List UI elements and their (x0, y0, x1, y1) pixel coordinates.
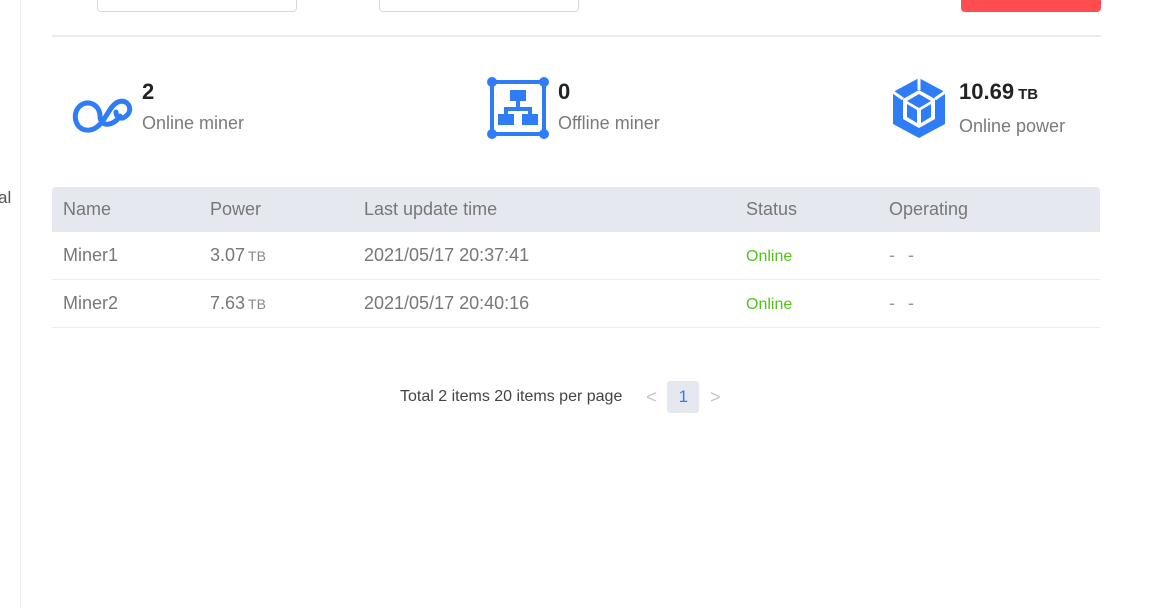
prev-page-button[interactable]: < (640, 381, 662, 413)
cell-time: 2021/05/17 20:40:16 (364, 293, 530, 313)
stat-label: Online miner (142, 113, 245, 133)
stat-online-power: 10.69 TB Online power (887, 76, 1065, 141)
header-status: Status (746, 199, 798, 219)
stat-offline-miner: 0 Offline miner (486, 76, 660, 140)
stat-online-miner: 2 Online miner (70, 76, 244, 140)
cell-status: Online (746, 245, 889, 266)
status-badge: Online (746, 248, 793, 265)
next-page-button[interactable]: > (704, 381, 726, 413)
stat-value: 2 (142, 79, 155, 104)
stat-value: 10.69 TB (959, 79, 1039, 104)
filter-input-1[interactable] (97, 0, 297, 12)
cell-operating: - - (889, 293, 918, 313)
cell-operating: - - (889, 245, 918, 265)
header-operating: Operating (889, 199, 969, 219)
header-last-update-time: Last update time (364, 199, 498, 219)
header-power: Power (210, 199, 262, 219)
cell-power: 3.07 TB (210, 245, 266, 265)
miner-table: Name Power Last update time Status Opera… (52, 187, 1100, 328)
filter-input-2[interactable] (379, 0, 579, 12)
cell-name: Miner2 (63, 293, 119, 313)
header-name: Name (63, 199, 112, 219)
sidebar-cut-text: al (0, 188, 12, 207)
divider (52, 35, 1101, 37)
pagination-total: Total 2 items 20 items per page (400, 388, 623, 405)
online-miner-icon (72, 98, 133, 133)
cell-name: Miner1 (63, 245, 119, 265)
chevron-right-icon: > (710, 386, 721, 407)
chevron-left-icon: < (646, 386, 657, 407)
pagination: Total 2 items 20 items per page < 1 > (400, 381, 726, 413)
status-badge: Online (746, 296, 793, 313)
online-power-icon (892, 78, 946, 138)
offline-miner-icon (487, 77, 549, 139)
cell-time: 2021/05/17 20:37:41 (364, 245, 530, 265)
table-row: Miner1 3.07 TB 2021/05/17 20:37:41 Online… (52, 232, 1100, 280)
miner-dashboard: al 2 Online miner 0 Offline miner 10.69 … (0, 0, 1175, 608)
stat-value: 0 (558, 79, 571, 104)
sidebar (0, 0, 21, 608)
stat-label: Offline miner (558, 113, 660, 133)
cell-power: 7.63 TB (210, 293, 266, 313)
stat-label: Online power (959, 116, 1066, 136)
table-header: Name Power Last update time Status Opera… (52, 187, 1100, 232)
table-row: Miner2 7.63 TB 2021/05/17 20:40:16 Online… (52, 280, 1100, 328)
action-button[interactable] (961, 0, 1101, 12)
page-1-button[interactable]: 1 (667, 381, 700, 413)
cell-status: Online (746, 293, 889, 314)
